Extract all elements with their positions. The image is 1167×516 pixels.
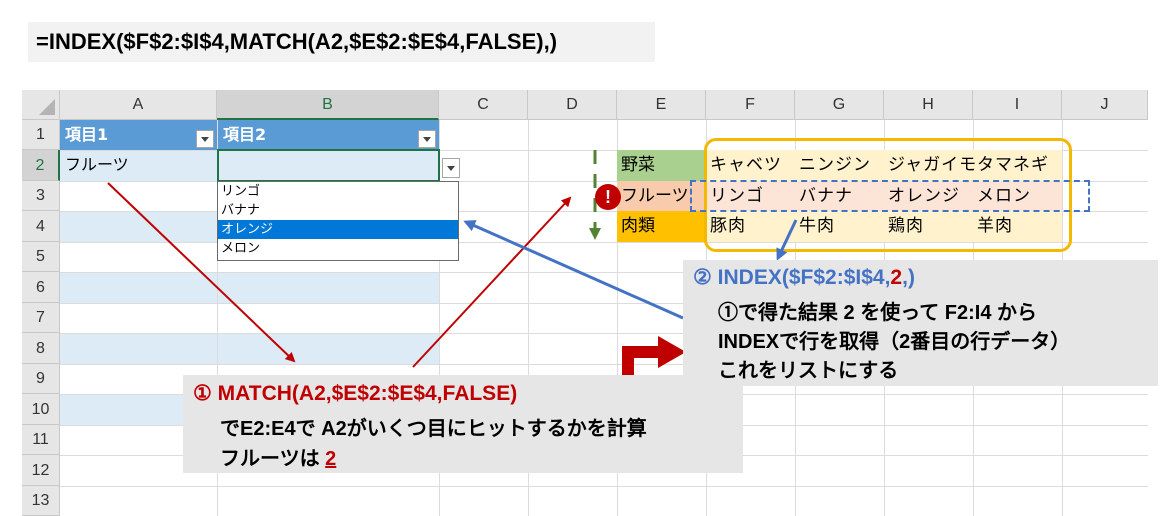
row-header-8[interactable]: 8 bbox=[22, 333, 60, 364]
select-all-triangle-icon bbox=[39, 99, 55, 115]
row-header-5[interactable]: 5 bbox=[22, 242, 60, 272]
filter-dropdown-a-icon[interactable] bbox=[196, 130, 214, 148]
column-header-c[interactable]: C bbox=[439, 90, 528, 120]
column-header-e[interactable]: E bbox=[617, 90, 706, 120]
line2-prefix: フルーツは bbox=[220, 448, 326, 470]
row-header-12[interactable]: 12 bbox=[22, 455, 60, 486]
index-formula-part3: ,) bbox=[902, 266, 915, 289]
column-header-a[interactable]: A bbox=[60, 90, 217, 120]
row-header-13[interactable]: 13 bbox=[22, 486, 60, 516]
column-header-f[interactable]: F bbox=[706, 90, 795, 120]
column-header-j[interactable]: J bbox=[1062, 90, 1148, 120]
column-header-b[interactable]: B bbox=[217, 90, 439, 120]
cell-b1[interactable]: 項目2 bbox=[218, 120, 439, 150]
row-header-1[interactable]: 1 bbox=[22, 120, 60, 150]
index-formula-part1: INDEX($F$2:$I$4, bbox=[717, 266, 891, 289]
row-header-2[interactable]: 2 bbox=[22, 150, 60, 181]
table-band-row-6 bbox=[60, 272, 439, 303]
row-header-9[interactable]: 9 bbox=[22, 364, 60, 394]
index-formula-row-arg: 2 bbox=[890, 266, 903, 289]
select-all-corner[interactable] bbox=[22, 90, 60, 120]
gridline bbox=[60, 486, 1148, 487]
table-header-label: 項目2 bbox=[223, 125, 267, 144]
row-header-4[interactable]: 4 bbox=[22, 211, 60, 242]
column-header-h[interactable]: H bbox=[884, 90, 973, 120]
dropdown-option-selected[interactable]: オレンジ bbox=[218, 220, 458, 239]
formula-display: =INDEX($F$2:$I$4,MATCH(A2,$E$2:$E$4,FALS… bbox=[28, 22, 655, 62]
validation-dropdown-list[interactable]: リンゴ バナナ オレンジ メロン bbox=[217, 181, 459, 261]
row-header-3[interactable]: 3 bbox=[22, 181, 60, 211]
cell-b2-selected[interactable] bbox=[217, 149, 440, 182]
cell-a2[interactable]: フルーツ bbox=[60, 150, 217, 181]
category-label: フルーツ bbox=[621, 186, 689, 206]
dropdown-option[interactable]: リンゴ bbox=[218, 182, 458, 201]
row-header-10[interactable]: 10 bbox=[22, 394, 60, 425]
dropdown-option[interactable]: バナナ bbox=[218, 201, 458, 220]
table-band-row-8 bbox=[60, 333, 439, 364]
callout-index-line1: ①で得た結果 2 を使って F2:I4 から bbox=[718, 302, 1038, 324]
dropdown-option[interactable]: メロン bbox=[218, 239, 458, 258]
row-header-7[interactable]: 7 bbox=[22, 303, 60, 333]
warning-icon: ! bbox=[595, 184, 621, 210]
row-header-6[interactable]: 6 bbox=[22, 272, 60, 303]
table-header-label: 項目1 bbox=[65, 125, 109, 144]
callout-match-title: ① MATCH(A2,$E$2:$E$4,FALSE) bbox=[193, 381, 517, 406]
cell-e4[interactable]: 肉類 bbox=[617, 211, 706, 242]
column-header-i[interactable]: I bbox=[973, 90, 1062, 120]
callout-match-line1: でE2:E4で A2がいくつ目にヒットするかを計算 bbox=[220, 418, 647, 440]
callout-index-line2: INDEXで行を取得（2番目の行データ） bbox=[718, 331, 1071, 353]
match-formula: MATCH(A2,$E$2:$E$4,FALSE) bbox=[217, 382, 518, 405]
step-number: ① bbox=[193, 382, 212, 405]
callout-match-line2: フルーツは 2 bbox=[220, 442, 336, 471]
column-header-d[interactable]: D bbox=[528, 90, 617, 120]
match-result-value: 2 bbox=[325, 448, 337, 470]
category-label: 野菜 bbox=[621, 155, 655, 175]
callout-index-title: ② INDEX($F$2:$I$4,2,) bbox=[693, 265, 915, 290]
callout-index-line3: これをリストにする bbox=[718, 360, 899, 382]
selected-row-dashed-frame bbox=[690, 180, 1090, 212]
cell-value: フルーツ bbox=[65, 155, 129, 174]
column-header-g[interactable]: G bbox=[795, 90, 884, 120]
cell-e2[interactable]: 野菜 bbox=[617, 150, 706, 181]
step-number: ② bbox=[693, 266, 712, 289]
filter-dropdown-b-icon[interactable] bbox=[418, 130, 436, 148]
category-label: 肉類 bbox=[621, 216, 655, 236]
cell-a1[interactable]: 項目1 bbox=[60, 120, 217, 150]
cell-dropdown-button-icon[interactable] bbox=[442, 158, 460, 178]
row-header-11[interactable]: 11 bbox=[22, 425, 60, 455]
